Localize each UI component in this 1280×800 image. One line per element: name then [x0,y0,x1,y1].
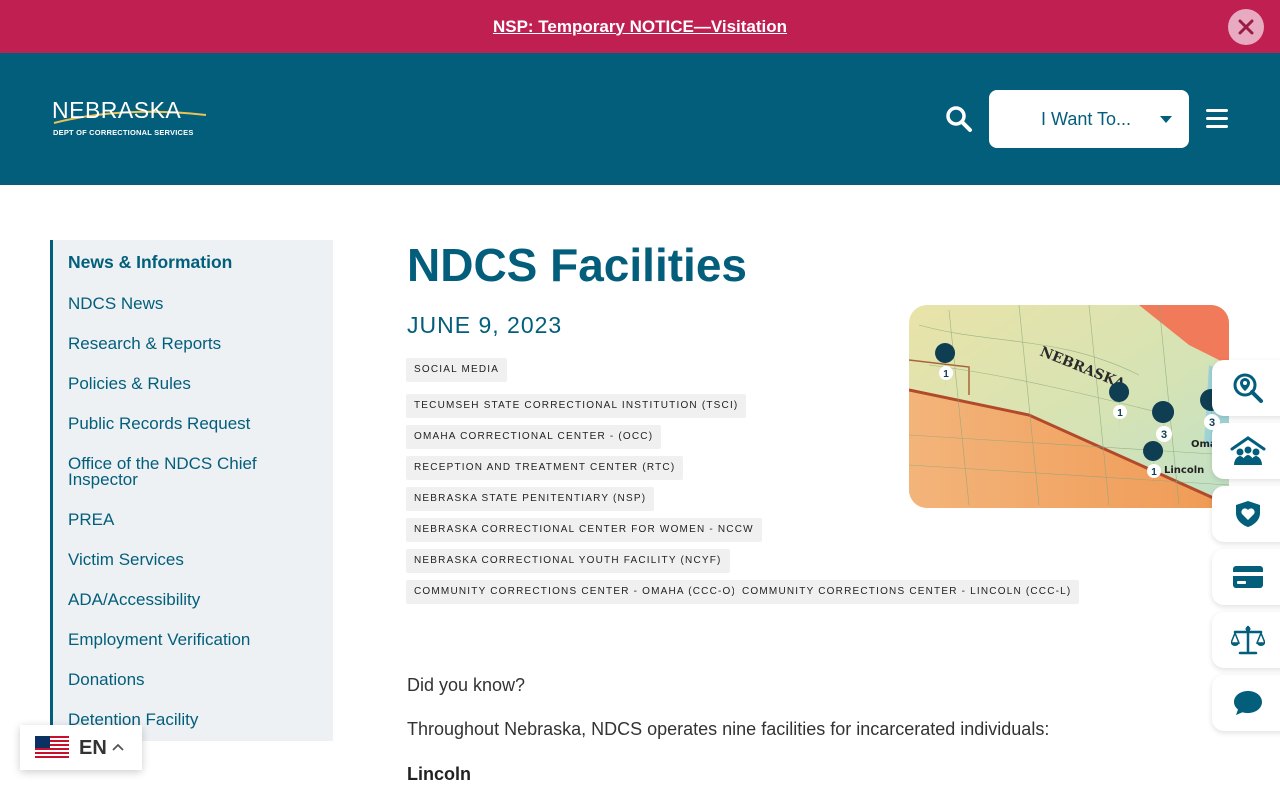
map-city-lincoln: Lincoln [1164,465,1204,476]
map-pin-search-icon [1233,373,1263,403]
close-icon [1238,19,1254,35]
sidebar-nav: News & Information NDCS News Research & … [50,240,333,741]
tag-tsci[interactable]: TECUMSEH STATE CORRECTIONAL INSTITUTION … [406,394,747,418]
site-logo[interactable]: NEBRASKA DEPT OF CORRECTIONAL SERVICES [52,97,212,141]
logo-wordmark: NEBRASKA [52,97,182,123]
tag-nccw[interactable]: NEBRASKA CORRECTIONAL CENTER FOR WOMEN -… [406,518,762,542]
paragraph-did-you-know: Did you know? [407,675,526,695]
language-selector[interactable]: EN [20,725,142,770]
quick-link-legal[interactable] [1212,612,1280,668]
subheading-lincoln: Lincoln [407,764,471,784]
paragraph-facilities-intro: Throughout Nebraska, NDCS operates nine … [407,719,1050,739]
language-code: EN [79,737,107,759]
sidebar-item-donations[interactable]: Donations [68,671,323,688]
sidebar-item-chief-inspector[interactable]: Office of the NDCS Chief Inspector [68,455,323,488]
quick-link-victim[interactable] [1212,486,1280,542]
quick-link-locator[interactable] [1212,360,1280,416]
caret-down-icon [1160,116,1172,123]
facilities-map-image: NEBRASKA Omaha Lincoln 1 1 3 3 1 [909,305,1229,508]
i-want-to-dropdown[interactable]: I Want To... [989,90,1189,148]
sidebar-item-prea[interactable]: PREA [68,511,323,528]
tag-ccc-o[interactable]: COMMUNITY CORRECTIONS CENTER - OMAHA (CC… [406,580,745,604]
tag-occ[interactable]: OMAHA CORRECTIONAL CENTER - (OCC) [406,425,662,449]
quick-link-payment[interactable] [1212,549,1280,605]
sidebar-item-research-reports[interactable]: Research & Reports [68,335,323,352]
sidebar-item-ada[interactable]: ADA/Accessibility [68,591,323,608]
alert-close-button[interactable] [1228,9,1264,45]
sidebar-item-employment-verification[interactable]: Employment Verification [68,631,323,648]
shield-heart-icon [1236,501,1260,527]
alert-link[interactable]: NSP: Temporary NOTICE—Visitation [493,17,787,37]
chevron-up-icon [112,743,124,751]
hamburger-icon [1206,109,1228,128]
tag-nsp[interactable]: NEBRASKA STATE PENITENTIARY (NSP) [406,487,655,511]
svg-text:1: 1 [943,369,949,380]
tag-rtc[interactable]: RECEPTION AND TREATMENT CENTER (RTC) [406,456,684,480]
tag-ccc-l[interactable]: COMMUNITY CORRECTIONS CENTER - LINCOLN (… [734,580,1080,604]
tag-ncyf[interactable]: NEBRASKA CORRECTIONAL YOUTH FACILITY (NC… [406,549,730,573]
quick-link-family[interactable] [1212,423,1280,479]
tag-social-media[interactable]: SOCIAL MEDIA [406,358,508,382]
page-title: NDCS Facilities [407,239,747,291]
alert-bar: NSP: Temporary NOTICE—Visitation [0,0,1280,53]
sidebar-item-policies-rules[interactable]: Policies & Rules [68,375,323,392]
scales-icon [1231,625,1265,655]
svg-text:3: 3 [1161,429,1167,441]
family-icon [1230,436,1266,465]
search-button[interactable] [944,104,974,134]
svg-text:1: 1 [1151,467,1157,478]
sidebar-item-ndcs-news[interactable]: NDCS News [68,295,323,312]
us-flag-icon [35,736,69,760]
i-want-to-label: I Want To... [1041,109,1132,129]
chat-icon [1234,691,1262,715]
sidebar-item-public-records[interactable]: Public Records Request [68,415,323,432]
card-icon [1233,566,1263,588]
logo-subtitle: DEPT OF CORRECTIONAL SERVICES [53,128,194,137]
post-date: JUNE 9, 2023 [407,312,563,338]
sidebar-title[interactable]: News & Information [68,252,232,273]
menu-button[interactable] [1205,106,1231,132]
search-icon [946,106,972,132]
quick-link-chat[interactable] [1212,675,1280,731]
sidebar-item-victim-services[interactable]: Victim Services [68,551,323,568]
svg-text:1: 1 [1117,408,1123,419]
